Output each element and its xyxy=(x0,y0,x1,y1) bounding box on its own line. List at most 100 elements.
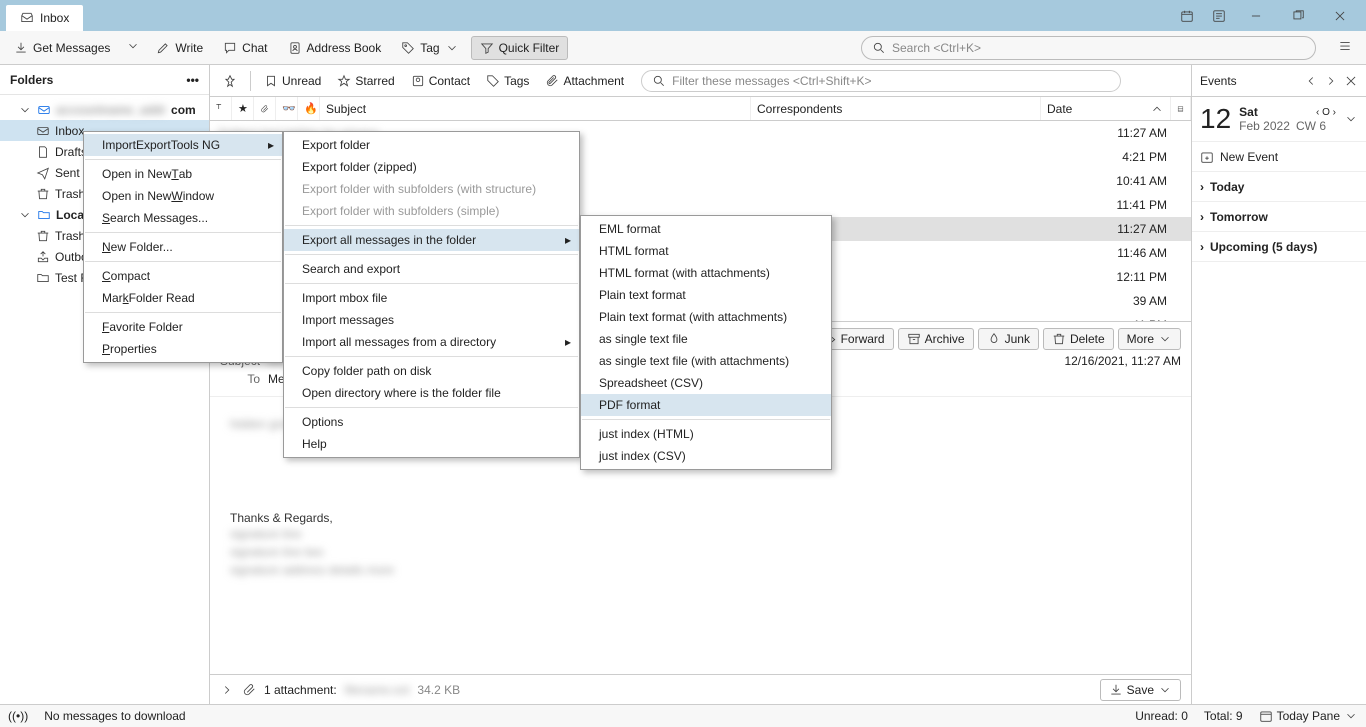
menu-item[interactable]: HTML format xyxy=(581,240,831,262)
search-icon xyxy=(872,41,886,55)
filter-contact[interactable]: Contact xyxy=(404,70,477,92)
menu-item[interactable]: just index (HTML) xyxy=(581,423,831,445)
col-star[interactable]: ★ xyxy=(232,97,254,120)
filter-starred[interactable]: Starred xyxy=(330,70,401,92)
menu-item[interactable]: Export folder (zipped) xyxy=(284,156,579,178)
tasks-icon-btn[interactable] xyxy=(1204,0,1234,31)
account-node[interactable]: accountname_addr com xyxy=(0,99,209,120)
get-messages-dropdown[interactable] xyxy=(122,39,144,56)
menu-item[interactable]: EML format xyxy=(581,218,831,240)
maximize-button[interactable] xyxy=(1278,0,1318,31)
chevron-down-icon[interactable] xyxy=(1344,112,1358,126)
online-icon[interactable]: ((•)) xyxy=(8,709,28,723)
col-picker[interactable] xyxy=(1171,97,1191,120)
menu-item[interactable]: Search and export xyxy=(284,258,579,280)
col-thread[interactable]: ⸆ xyxy=(210,97,232,120)
column-headers: ⸆ ★ 👓 🔥 Subject Correspondents Date xyxy=(210,97,1191,121)
calendar-plus-icon xyxy=(1200,150,1214,164)
app-menu-button[interactable] xyxy=(1330,35,1360,60)
menu-item[interactable]: Favorite Folder xyxy=(84,316,282,338)
menu-item[interactable]: Help xyxy=(284,433,579,455)
new-event-button[interactable]: New Event xyxy=(1192,142,1366,172)
filter-attachment[interactable]: Attachment xyxy=(538,70,631,92)
menu-item[interactable]: ImportExportTools NG▸ xyxy=(84,134,282,156)
quick-filter-button[interactable]: Quick Filter xyxy=(471,36,569,60)
filter-search[interactable]: Filter these messages <Ctrl+Shift+K> xyxy=(641,70,1121,92)
archive-button[interactable]: Archive xyxy=(898,328,974,350)
section-today[interactable]: ›Today xyxy=(1192,172,1366,202)
junk-button[interactable]: Junk xyxy=(978,328,1039,350)
menu-item[interactable]: New Folder... xyxy=(84,236,282,258)
close-button[interactable] xyxy=(1320,0,1360,31)
file-icon xyxy=(36,145,50,159)
chevron-down-icon xyxy=(18,103,32,117)
tab-inbox[interactable]: Inbox xyxy=(6,5,83,31)
close-pane-icon[interactable] xyxy=(1344,74,1358,88)
chevron-down-icon xyxy=(1344,709,1358,723)
tag-button[interactable]: Tag xyxy=(393,37,466,59)
col-subject[interactable]: Subject xyxy=(320,97,751,120)
menu-item[interactable]: Search Messages... xyxy=(84,207,282,229)
main-toolbar: Get Messages Write Chat Address Book Tag… xyxy=(0,31,1366,65)
send-icon xyxy=(36,166,50,180)
quick-filter-bar: Unread Starred Contact Tags Attachment F… xyxy=(210,65,1191,97)
menu-item[interactable]: Import messages xyxy=(284,309,579,331)
prev-icon[interactable] xyxy=(1304,74,1318,88)
menu-item[interactable]: HTML format (with attachments) xyxy=(581,262,831,284)
get-messages-button[interactable]: Get Messages xyxy=(6,37,118,59)
today-pane-toggle[interactable]: Today Pane xyxy=(1259,709,1358,723)
folders-header: Folders xyxy=(10,73,53,87)
menu-item[interactable]: Import mbox file xyxy=(284,287,579,309)
menu-item[interactable]: Mark Folder Read xyxy=(84,287,282,309)
calendar-icon-btn[interactable] xyxy=(1172,0,1202,31)
minimize-button[interactable] xyxy=(1236,0,1276,31)
menu-item[interactable]: Open in New Tab xyxy=(84,163,282,185)
menu-item[interactable]: Open directory where is the folder file xyxy=(284,382,579,404)
menu-item[interactable]: Compact xyxy=(84,265,282,287)
menu-item[interactable]: Properties xyxy=(84,338,282,360)
menu-item[interactable]: just index (CSV) xyxy=(581,445,831,467)
export-format-submenu[interactable]: EML formatHTML formatHTML format (with a… xyxy=(580,215,832,470)
filter-unread[interactable]: Unread xyxy=(257,70,328,92)
more-button[interactable]: More xyxy=(1118,328,1181,350)
save-attachment-button[interactable]: Save xyxy=(1100,679,1181,701)
delete-button[interactable]: Delete xyxy=(1043,328,1114,350)
filter-pin[interactable] xyxy=(216,70,244,92)
chat-button[interactable]: Chat xyxy=(215,37,275,59)
global-search[interactable]: Search <Ctrl+K> xyxy=(861,36,1316,60)
section-upcoming[interactable]: ›Upcoming (5 days) xyxy=(1192,232,1366,262)
menu-item[interactable]: Import all messages from a directory▸ xyxy=(284,331,579,353)
address-book-button[interactable]: Address Book xyxy=(280,37,390,59)
folder-pane-options[interactable]: ••• xyxy=(186,73,199,87)
download-icon xyxy=(14,41,28,55)
menu-item[interactable]: Export all messages in the folder▸ xyxy=(284,229,579,251)
chevron-down-icon xyxy=(1158,683,1172,697)
attachment-count: 1 attachment: xyxy=(264,683,337,697)
next-icon[interactable] xyxy=(1324,74,1338,88)
write-button[interactable]: Write xyxy=(148,37,211,59)
menu-item[interactable]: Export folder xyxy=(284,134,579,156)
col-junk[interactable]: 🔥 xyxy=(298,97,320,120)
menu-item[interactable]: Options xyxy=(284,411,579,433)
menu-item[interactable]: Spreadsheet (CSV) xyxy=(581,372,831,394)
menu-item[interactable]: as single text file (with attachments) xyxy=(581,350,831,372)
menu-item[interactable]: Open in New Window xyxy=(84,185,282,207)
paperclip-icon xyxy=(242,683,256,697)
menu-item[interactable]: as single text file xyxy=(581,328,831,350)
section-tomorrow[interactable]: ›Tomorrow xyxy=(1192,202,1366,232)
importexport-submenu[interactable]: Export folderExport folder (zipped) Expor… xyxy=(283,131,580,458)
col-read[interactable]: 👓 xyxy=(276,97,298,120)
filter-tags[interactable]: Tags xyxy=(479,70,536,92)
folder-context-menu[interactable]: ImportExportTools NG▸ Open in New TabOpen… xyxy=(83,131,283,363)
col-correspondents[interactable]: Correspondents xyxy=(751,97,1041,120)
folder-icon xyxy=(37,208,51,222)
col-date[interactable]: Date xyxy=(1041,97,1171,120)
menu-item[interactable]: Copy folder path on disk xyxy=(284,360,579,382)
menu-item[interactable]: PDF format xyxy=(581,394,831,416)
chevron-right-icon[interactable] xyxy=(220,683,234,697)
menu-item[interactable]: Plain text format xyxy=(581,284,831,306)
menu-item[interactable]: Plain text format (with attachments) xyxy=(581,306,831,328)
inbox-icon xyxy=(20,11,34,25)
events-pane: Events 12 Sat ‹ O › Feb 2022 CW 6 New Ev… xyxy=(1191,65,1366,704)
col-attach[interactable] xyxy=(254,97,276,120)
